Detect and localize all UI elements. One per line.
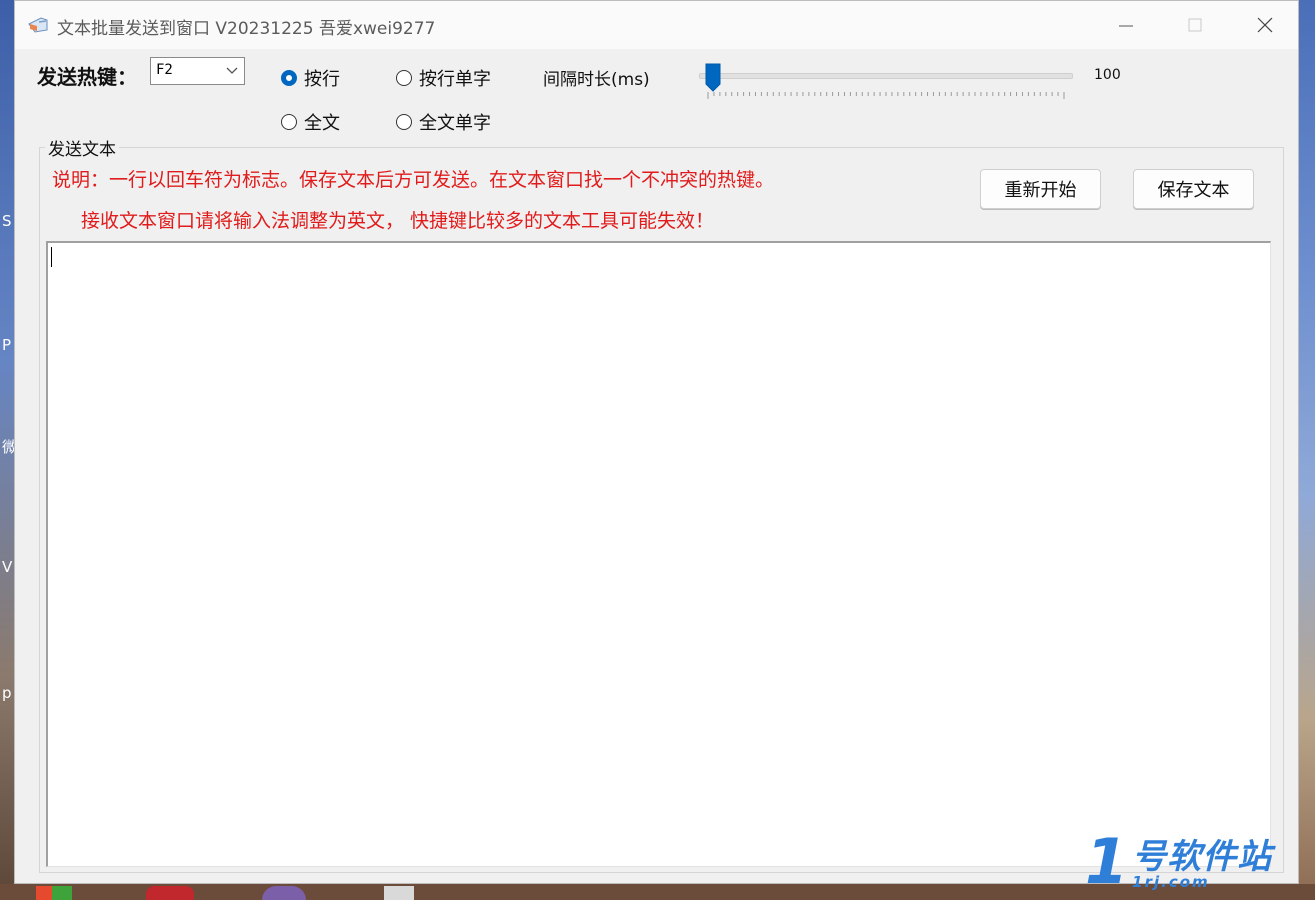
radio-full-text-char[interactable]: 全文单字 — [396, 109, 491, 135]
hotkey-dropdown[interactable]: F2 — [150, 57, 245, 85]
start-icon[interactable] — [36, 886, 72, 900]
radio-label: 按行 — [304, 69, 340, 90]
radio-by-line-char[interactable]: 按行单字 — [396, 65, 491, 91]
send-text-area[interactable] — [46, 241, 1271, 867]
save-text-button[interactable]: 保存文本 — [1133, 169, 1254, 209]
interval-value: 100 — [1094, 67, 1121, 83]
chevron-down-icon — [226, 67, 238, 74]
interval-slider-thumb[interactable] — [705, 63, 721, 93]
app-shortcut-icon[interactable] — [384, 886, 414, 900]
minimize-icon — [1119, 25, 1133, 27]
window-title: 文本批量发送到窗口 V20231225 吾爱xwei9277 — [57, 19, 436, 39]
minimize-button[interactable] — [1091, 1, 1161, 49]
app-shortcut-icon[interactable] — [262, 886, 306, 900]
app-window: 文本批量发送到窗口 V20231225 吾爱xwei9277 发送热键： F2 … — [14, 0, 1299, 884]
maximize-icon — [1188, 18, 1202, 32]
maximize-button[interactable] — [1160, 1, 1230, 49]
site-watermark-logo: 1 号软件站 1rj.com — [1085, 825, 1273, 898]
hotkey-label: 发送热键： — [37, 65, 137, 89]
desktop-icon-label[interactable]: P — [2, 336, 11, 354]
watermark-number: 1 — [1085, 825, 1129, 898]
app-icon — [28, 17, 48, 33]
radio-full-text[interactable]: 全文 — [281, 109, 340, 135]
interval-label: 间隔时长(ms) — [543, 70, 650, 90]
radio-label: 按行单字 — [419, 69, 491, 90]
desktop-icon-label[interactable]: p — [2, 684, 12, 702]
close-icon — [1257, 17, 1273, 33]
watermark-domain: 1rj.com — [1132, 873, 1210, 891]
group-legend: 发送文本 — [45, 135, 119, 160]
watermark-title: 号软件站 — [1132, 837, 1273, 877]
radio-unchecked-icon — [396, 70, 412, 86]
desktop-icon-label[interactable]: V — [2, 558, 12, 576]
close-button[interactable] — [1230, 1, 1300, 49]
radio-unchecked-icon — [281, 114, 297, 130]
text-caret — [51, 247, 52, 267]
instruction-note-line2: 接收文本窗口请将输入法调整为英文， 快捷键比较多的文本工具可能失效！ — [81, 210, 715, 232]
hotkey-selected-value: F2 — [156, 62, 173, 78]
radio-unchecked-icon — [396, 114, 412, 130]
app-shortcut-icon[interactable] — [146, 886, 194, 900]
instruction-note-line1: 说明：一行以回车符为标志。保存文本后方可发送。在文本窗口找一个不冲突的热键。 — [52, 169, 775, 191]
interval-slider-track[interactable] — [699, 73, 1073, 79]
restart-button[interactable]: 重新开始 — [980, 169, 1101, 209]
radio-by-line[interactable]: 按行 — [281, 65, 340, 91]
radio-label: 全文单字 — [419, 113, 491, 134]
radio-checked-icon — [281, 70, 297, 86]
radio-label: 全文 — [304, 113, 340, 134]
slider-tick-marks — [707, 92, 1065, 99]
title-bar[interactable]: 文本批量发送到窗口 V20231225 吾爱xwei9277 — [15, 1, 1298, 49]
desktop-icon-label[interactable]: S — [2, 212, 12, 230]
